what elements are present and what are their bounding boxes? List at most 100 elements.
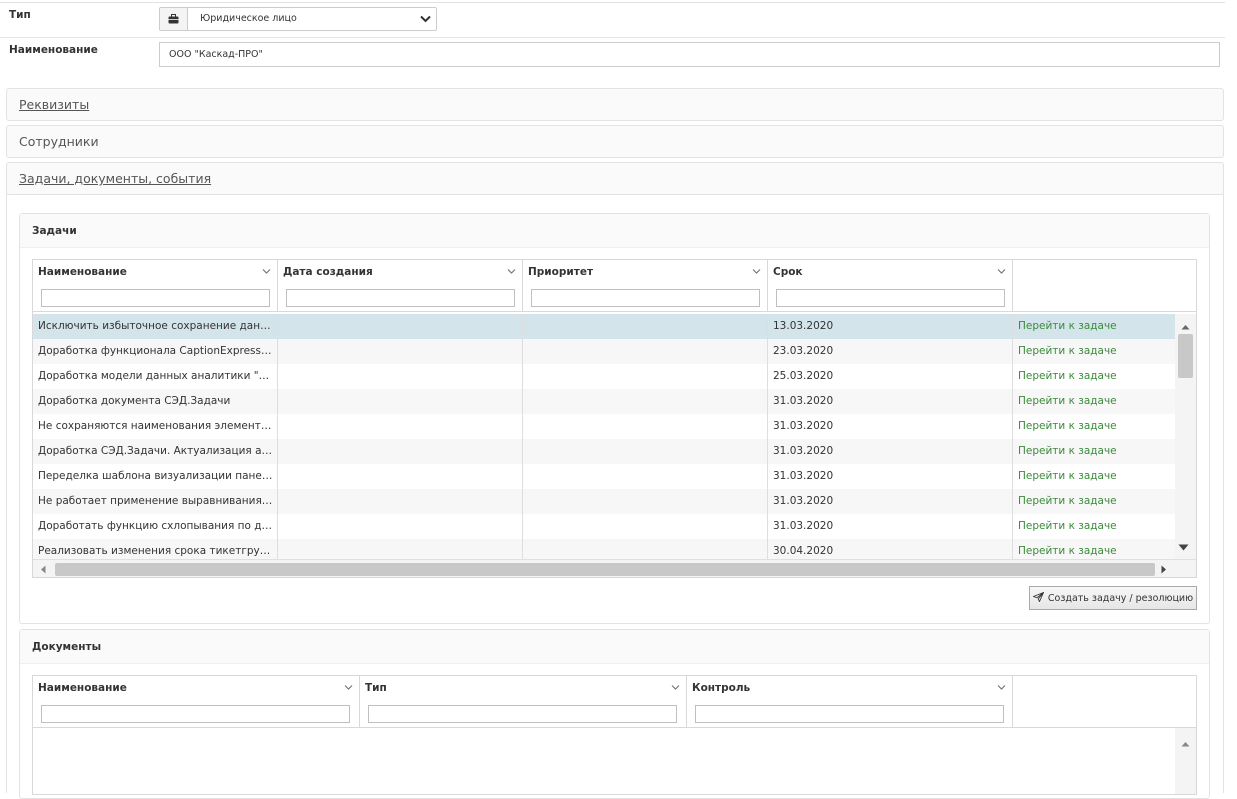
doc-column-control-label: Контроль (692, 682, 751, 694)
column-name[interactable]: Наименование (33, 260, 278, 311)
cell-created (278, 489, 523, 514)
doc-column-type-label: Тип (365, 682, 387, 694)
scroll-up-icon[interactable] (1181, 737, 1190, 750)
chevron-down-icon[interactable] (752, 265, 761, 278)
cell-due: 13.03.2020 (768, 314, 1013, 339)
name-input[interactable]: ООО "Каскад-ПРО" (159, 42, 1220, 67)
cell-priority (523, 464, 768, 489)
doc-column-name-label: Наименование (38, 682, 127, 694)
cell-due: 25.03.2020 (768, 364, 1013, 389)
doc-filter-type-input[interactable] (368, 705, 677, 723)
doc-vertical-scrollbar[interactable] (1175, 728, 1196, 794)
go-to-task-link[interactable]: Перейти к задаче (1013, 364, 1175, 389)
section-tasks-docs-events-label: Задачи, документы, события (19, 171, 212, 186)
divider (0, 37, 1225, 38)
go-to-task-link[interactable]: Перейти к задаче (1013, 389, 1175, 414)
scroll-up-icon[interactable] (1181, 320, 1190, 333)
chevron-down-icon[interactable] (997, 681, 1006, 694)
cell-due: 31.03.2020 (768, 464, 1013, 489)
cell-name: Доработать функцию схлопывания по д… (33, 514, 278, 539)
chevron-down-icon[interactable] (344, 681, 353, 694)
go-to-task-link[interactable]: Перейти к задаче (1013, 464, 1175, 489)
column-priority-label: Приоритет (528, 266, 594, 278)
doc-filter-name-input[interactable] (41, 705, 350, 723)
column-name-label: Наименование (38, 266, 127, 278)
go-to-task-link[interactable]: Перейти к задаче (1013, 439, 1175, 464)
type-select[interactable]: Юридическое лицо (159, 7, 437, 31)
cell-priority (523, 339, 768, 364)
scroll-left-icon[interactable] (40, 564, 46, 577)
doc-filter-control-input[interactable] (695, 705, 1004, 723)
chevron-down-icon[interactable] (671, 681, 680, 694)
vertical-scroll-thumb[interactable] (1178, 334, 1193, 378)
table-row[interactable]: Доработка функционала CaptionExpress… 23.… (33, 339, 1175, 364)
cell-created (278, 364, 523, 389)
section-employees-label: Сотрудники (19, 134, 99, 149)
cell-due: 31.03.2020 (768, 489, 1013, 514)
cell-name: Исключить избыточное сохранение дан… (33, 314, 278, 339)
chevron-down-icon[interactable] (507, 265, 516, 278)
cell-name: Доработка модели данных аналитики "… (33, 364, 278, 389)
column-due[interactable]: Срок (768, 260, 1013, 311)
cell-created (278, 514, 523, 539)
cell-priority (523, 414, 768, 439)
table-row[interactable]: Доработать функцию схлопывания по д… 31.0… (33, 514, 1175, 539)
column-created[interactable]: Дата создания (278, 260, 523, 311)
cell-name: Не сохраняются наименования элемент… (33, 414, 278, 439)
create-task-button-label: Создать задачу / резолюцию (1047, 592, 1194, 604)
chevron-down-icon[interactable] (414, 8, 436, 30)
cell-due: 31.03.2020 (768, 414, 1013, 439)
filter-name-input[interactable] (41, 289, 270, 307)
horizontal-scroll-thumb[interactable] (55, 563, 1155, 576)
cell-created (278, 389, 523, 414)
cell-due: 31.03.2020 (768, 514, 1013, 539)
section-requisites[interactable]: Реквизиты (6, 88, 1224, 121)
table-row[interactable]: Доработка СЭД.Задачи. Актуализация а… 31.… (33, 439, 1175, 464)
chevron-down-icon[interactable] (262, 265, 271, 278)
scroll-down-icon[interactable] (1178, 541, 1189, 554)
table-row[interactable]: Доработка документа СЭД.Задачи 31.03.2020… (33, 389, 1175, 414)
scroll-right-icon[interactable] (1161, 564, 1167, 577)
table-row[interactable]: Исключить избыточное сохранение дан… 13.0… (33, 314, 1175, 339)
filter-priority-input[interactable] (531, 289, 760, 307)
cell-due: 31.03.2020 (768, 389, 1013, 414)
cell-priority (523, 314, 768, 339)
cell-due: 31.03.2020 (768, 439, 1013, 464)
cell-priority (523, 489, 768, 514)
column-created-label: Дата создания (283, 266, 373, 278)
go-to-task-link[interactable]: Перейти к задаче (1013, 489, 1175, 514)
go-to-task-link[interactable]: Перейти к задаче (1013, 339, 1175, 364)
go-to-task-link[interactable]: Перейти к задаче (1013, 314, 1175, 339)
doc-column-type[interactable]: Тип (360, 676, 687, 727)
type-select-value: Юридическое лицо (200, 13, 297, 24)
tasks-panel-title: Задачи (20, 214, 1209, 248)
chevron-down-icon[interactable] (997, 265, 1006, 278)
doc-column-control[interactable]: Контроль (687, 676, 1013, 727)
paper-plane-icon (1032, 591, 1045, 605)
cell-name: Переделка шаблона визуализации пане… (33, 464, 278, 489)
documents-panel-title: Документы (20, 630, 1209, 664)
cell-priority (523, 389, 768, 414)
cell-created (278, 464, 523, 489)
column-priority[interactable]: Приоритет (523, 260, 768, 311)
type-label: Тип (9, 9, 31, 21)
go-to-task-link[interactable]: Перейти к задаче (1013, 514, 1175, 539)
filter-created-input[interactable] (286, 289, 515, 307)
column-due-label: Срок (773, 266, 803, 278)
horizontal-scrollbar[interactable] (33, 559, 1196, 577)
vertical-scrollbar[interactable] (1175, 314, 1196, 559)
table-row[interactable]: Доработка модели данных аналитики "… 25.0… (33, 364, 1175, 389)
table-row[interactable]: Не работает применение выравнивания… 31.0… (33, 489, 1175, 514)
table-row[interactable]: Не сохраняются наименования элемент… 31.0… (33, 414, 1175, 439)
section-employees[interactable]: Сотрудники (6, 125, 1224, 158)
table-row[interactable]: Переделка шаблона визуализации пане… 31.0… (33, 464, 1175, 489)
go-to-task-link[interactable]: Перейти к задаче (1013, 414, 1175, 439)
cell-created (278, 439, 523, 464)
doc-column-name[interactable]: Наименование (33, 676, 360, 727)
cell-created (278, 414, 523, 439)
cell-priority (523, 514, 768, 539)
create-task-button[interactable]: Создать задачу / резолюцию (1029, 586, 1197, 610)
filter-due-input[interactable] (776, 289, 1005, 307)
tasks-grid-body: Исключить избыточное сохранение дан… 13.0… (33, 314, 1175, 564)
section-tasks-docs-events[interactable]: Задачи, документы, события (6, 162, 1224, 195)
